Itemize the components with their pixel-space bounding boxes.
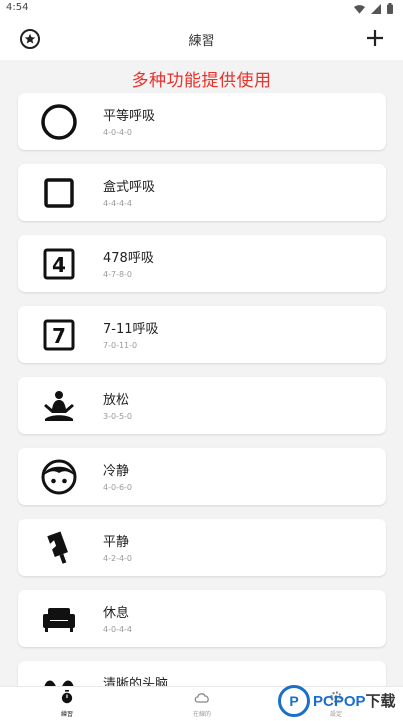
watermark-circle: P: [278, 684, 310, 717]
svg-text:4: 4: [52, 253, 66, 277]
svg-text:7: 7: [52, 324, 66, 348]
exercise-card-equal-breathing[interactable]: 平等呼吸 4-0-4-0: [18, 93, 386, 150]
signal-icon: [371, 3, 381, 14]
watermark-suffix: 下载: [365, 693, 396, 710]
exercise-pattern: 4-4-4-4: [103, 199, 133, 208]
popsicle-icon: [40, 529, 78, 567]
exercise-pattern: 7-0-11-0: [103, 341, 138, 350]
nav-tab-practice[interactable]: 練習: [37, 689, 97, 718]
promo-banner: 多种功能提供使用: [131, 71, 272, 91]
exercise-name: 7-11呼吸: [103, 322, 159, 337]
exercise-pattern: 3-0-5-0: [103, 412, 133, 421]
exercise-name: 清晰的头脑: [103, 677, 169, 686]
exercise-card-7-11-breathing[interactable]: 7 7-11呼吸 7-0-11-0: [18, 306, 386, 363]
cloud-icon: [194, 693, 209, 703]
status-time: 4:54: [6, 2, 29, 13]
exercise-card-box-breathing[interactable]: 盒式呼吸 4-4-4-4: [18, 164, 386, 221]
exercise-card-calm[interactable]: 冷静 4-0-6-0: [18, 448, 386, 505]
exercise-name: 冷静: [103, 464, 130, 479]
exercise-card-478-breathing[interactable]: 4 478呼吸 4-7-8-0: [18, 235, 386, 292]
add-icon[interactable]: [363, 26, 387, 50]
meditation-icon: [40, 387, 78, 425]
exercise-card-peace[interactable]: 平静 4-2-4-0: [18, 519, 386, 576]
exercise-pattern: 4-2-4-0: [103, 554, 133, 563]
exercise-pattern: 4-0-6-0: [103, 483, 133, 492]
exercise-name: 休息: [103, 606, 130, 621]
status-icons: [354, 3, 393, 14]
exercise-name: 478呼吸: [103, 251, 154, 266]
page-title: 練習: [188, 34, 215, 49]
battery-icon: [387, 3, 393, 14]
pcpop-watermark-logo: P PCPOP下载: [278, 681, 403, 720]
wifi-icon: [354, 4, 365, 14]
exercise-pattern: 4-7-8-0: [103, 270, 133, 279]
timer-icon: [61, 690, 73, 704]
circle-icon: [40, 103, 78, 141]
exercise-name: 平等呼吸: [103, 109, 156, 124]
exercise-name: 放松: [103, 393, 130, 408]
square-icon: [40, 174, 78, 212]
watermark-text: PCPOP下载: [313, 690, 396, 711]
number-seven-icon: 7: [40, 316, 78, 354]
exercise-card-rest[interactable]: 休息 4-0-4-4: [18, 590, 386, 647]
exercise-pattern: 4-0-4-0: [103, 128, 133, 137]
app-bar: 練習: [0, 18, 403, 60]
status-bar: 4:54: [0, 0, 403, 18]
lungs-icon: [40, 671, 78, 686]
nav-label: 在線的: [192, 711, 211, 718]
sofa-icon: [40, 600, 78, 638]
nav-tab-online[interactable]: 在線的: [172, 689, 232, 718]
exercise-name: 平静: [103, 535, 130, 550]
nav-label: 練習: [60, 711, 73, 718]
exercise-card-relax[interactable]: 放松 3-0-5-0: [18, 377, 386, 434]
exercise-name: 盒式呼吸: [103, 180, 156, 195]
number-four-icon: 4: [40, 245, 78, 283]
exercise-list[interactable]: 多种功能提供使用 平等呼吸 4-0-4-0 盒式呼吸 4-4-4-4 4 478…: [0, 60, 403, 686]
watermark-brand: PCPOP: [313, 693, 366, 710]
exercise-pattern: 4-0-4-4: [103, 625, 133, 634]
face-icon: [40, 458, 78, 496]
